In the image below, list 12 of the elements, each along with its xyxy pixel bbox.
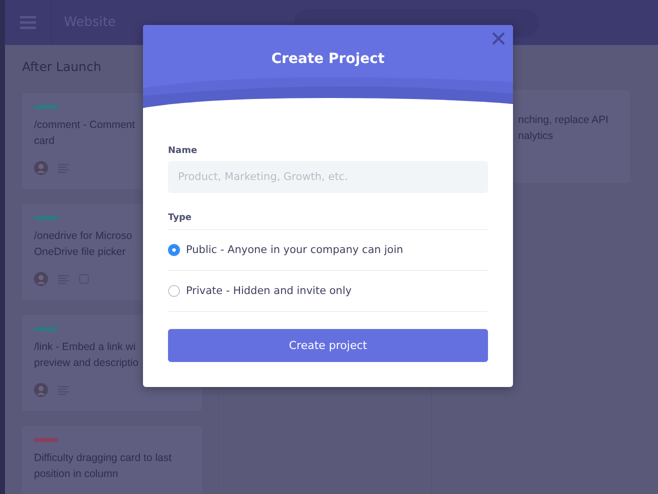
avatar-icon	[34, 161, 48, 175]
name-field[interactable]: Product, Marketing, Growth, etc.	[168, 161, 488, 193]
field-label: Name	[168, 146, 198, 156]
avatar-icon	[34, 272, 48, 286]
create-button[interactable]: Create project	[168, 329, 488, 362]
radio-button[interactable]	[168, 285, 180, 297]
dialog-title: Create Project	[271, 51, 385, 69]
field-label: Type	[168, 213, 192, 223]
radio-button[interactable]	[168, 244, 180, 256]
avatar-icon	[34, 383, 48, 397]
close-icon[interactable]	[492, 32, 505, 45]
menu-icon[interactable]	[20, 16, 36, 29]
